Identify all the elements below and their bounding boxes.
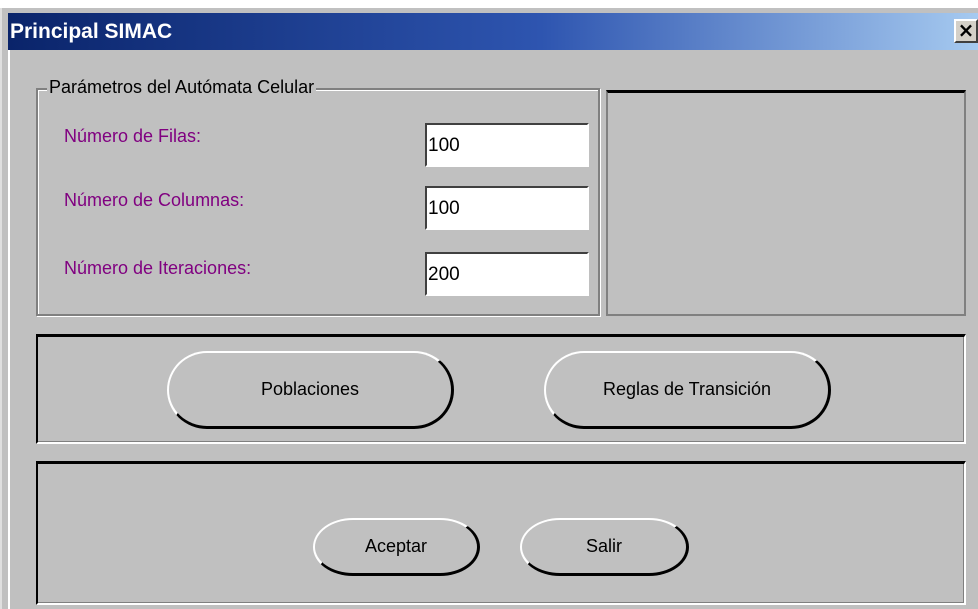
populations-button[interactable]: Poblaciones (167, 351, 454, 429)
close-icon[interactable]: × (954, 19, 978, 43)
iterations-label: Número de Iteraciones: (64, 258, 252, 278)
iterations-input[interactable]: 200 (425, 252, 589, 296)
columns-input[interactable]: 100 (425, 186, 589, 230)
rows-input[interactable]: 100 (425, 123, 589, 167)
preview-panel (606, 90, 966, 316)
transition-rules-button[interactable]: Reglas de Transición (544, 351, 831, 429)
accept-button[interactable]: Aceptar (313, 518, 480, 576)
title-bar[interactable]: Principal SIMAC × (8, 13, 978, 50)
footer-panel (36, 461, 966, 605)
exit-button[interactable]: Salir (520, 518, 689, 576)
columns-label: Número de Columnas: (64, 190, 245, 210)
parameters-legend: Parámetros del Autómata Celular (47, 76, 317, 98)
rows-label: Número de Filas: (64, 126, 202, 146)
window-title: Principal SIMAC (10, 20, 173, 43)
